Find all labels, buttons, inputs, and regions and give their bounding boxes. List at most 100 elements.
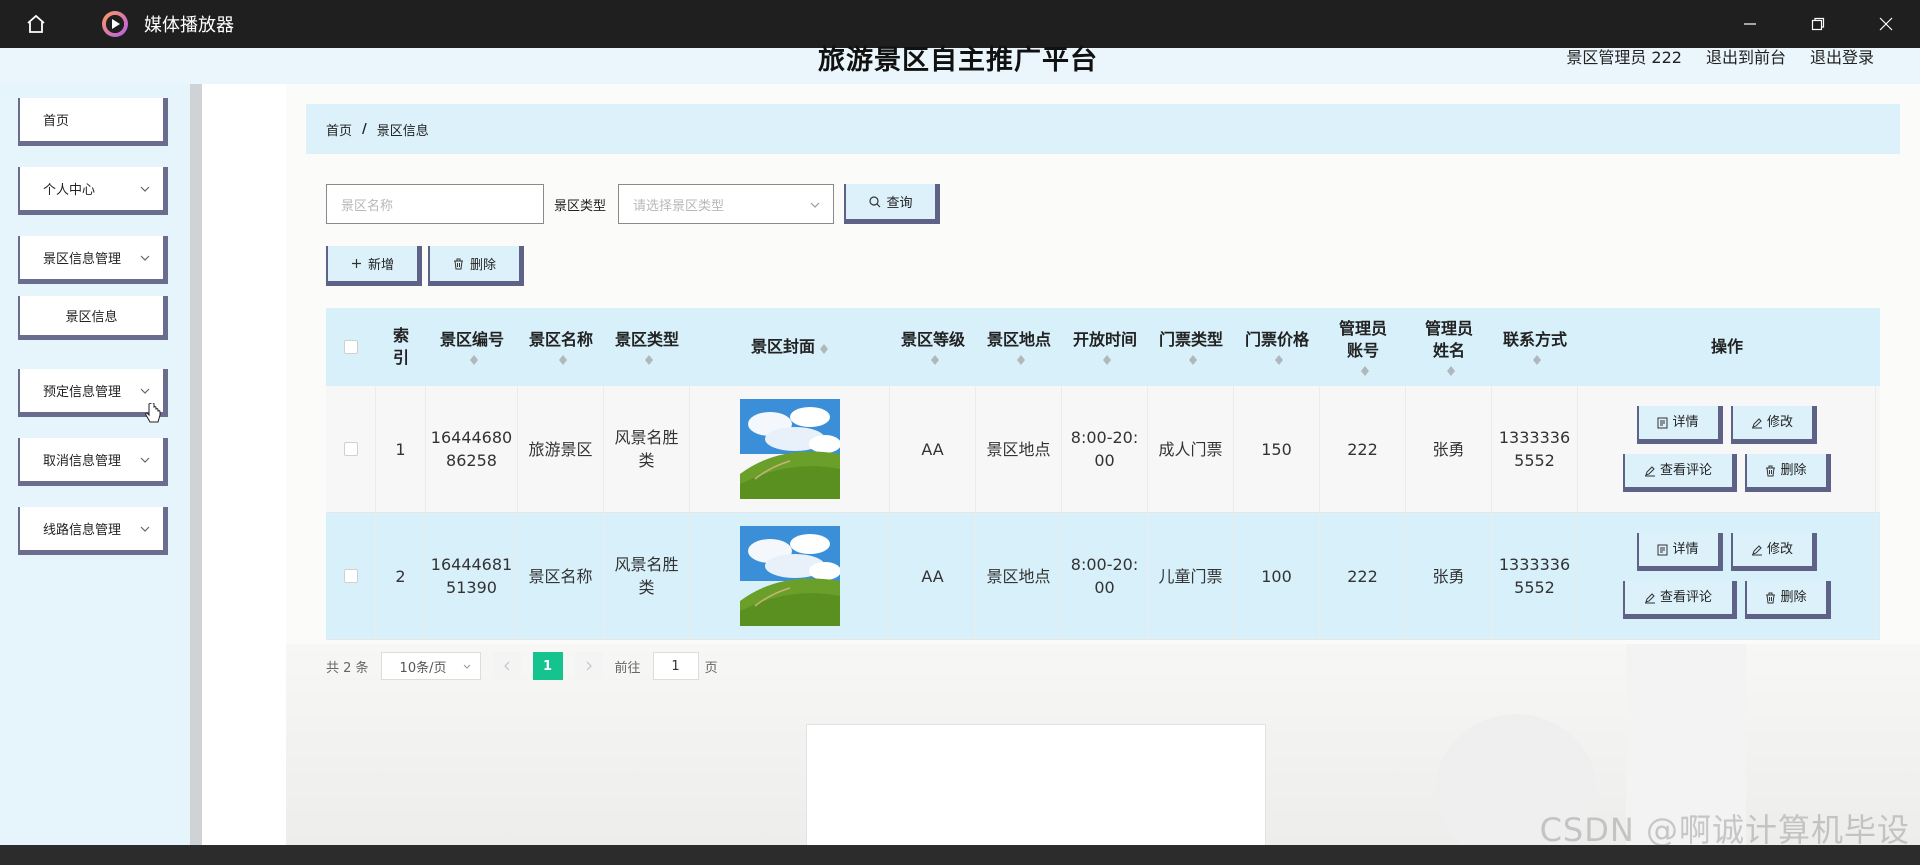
select-all-checkbox[interactable] — [344, 340, 358, 354]
col-open-time[interactable]: 开放时间 — [1062, 308, 1148, 386]
goto-page-input[interactable]: 1 — [652, 652, 699, 680]
chevron-down-icon — [140, 186, 150, 192]
scenic-type-select[interactable]: 请选择景区类型 — [618, 184, 835, 224]
home-icon[interactable] — [18, 6, 54, 42]
chevron-down-icon — [140, 457, 150, 463]
cell-admin-name: 张勇 — [1406, 513, 1492, 639]
page-size-select[interactable]: 10条/页 — [380, 652, 481, 680]
col-name[interactable]: 景区名称 — [518, 308, 604, 386]
chevron-down-icon — [810, 202, 820, 208]
table-row: 1 1644468086258 旅游景区 风景名胜类 AA 景区地点 8:00-… — [326, 386, 1880, 513]
chevron-down-icon — [140, 255, 150, 261]
sort-icon — [1532, 351, 1542, 365]
scenic-cover-image[interactable] — [739, 526, 840, 626]
row-delete-button[interactable]: 删除 — [1744, 581, 1831, 619]
detail-button[interactable]: 详情 — [1636, 533, 1723, 571]
cell-type: 风景名胜类 — [604, 386, 690, 512]
sidebar-item-label: 取消信息管理 — [43, 454, 122, 469]
trash-icon — [1766, 592, 1776, 603]
row-checkbox[interactable] — [343, 569, 358, 583]
cell-admin-account: 222 — [1320, 513, 1406, 639]
chevron-left-icon — [503, 661, 509, 671]
chevron-right-icon — [586, 661, 592, 671]
admin-user-label: 景区管理员 222 — [1566, 48, 1682, 67]
cell-no: 1644468086258 — [426, 386, 518, 512]
delete-button[interactable]: 删除 — [428, 246, 524, 286]
scenic-name-input[interactable]: 景区名称 — [326, 184, 544, 224]
site-title: 旅游景区自主推广平台 — [818, 45, 1098, 76]
page-number-current[interactable]: 1 — [532, 652, 563, 680]
app-title: 媒体播放器 — [144, 15, 234, 36]
add-button[interactable]: 新增 — [326, 246, 422, 286]
query-button[interactable]: 查询 — [844, 184, 941, 224]
exit-to-front-link[interactable]: 退出到前台 — [1706, 44, 1786, 68]
scenic-cover-image[interactable] — [739, 399, 840, 499]
breadcrumb-current: 景区信息 — [376, 123, 429, 139]
delete-button-label: 删除 — [469, 258, 496, 273]
view-comments-button[interactable]: 查看评论 — [1622, 454, 1737, 492]
logout-link[interactable]: 退出登录 — [1810, 44, 1874, 68]
top-links: 景区管理员 222 退出到前台 退出登录 — [1566, 44, 1874, 68]
edit-button[interactable]: 修改 — [1730, 533, 1817, 571]
col-admin-account[interactable]: 管理员账号 — [1320, 308, 1406, 386]
maximize-button[interactable] — [1784, 0, 1852, 48]
sidebar-item-label: 景区信息管理 — [43, 252, 122, 267]
row-checkbox[interactable] — [343, 442, 358, 456]
col-index: 索引 — [392, 326, 409, 367]
edit-icon — [1644, 592, 1655, 603]
detail-button[interactable]: 详情 — [1636, 406, 1723, 444]
next-page-button[interactable] — [574, 652, 603, 680]
trash-icon — [1766, 465, 1776, 476]
sidebar-divider — [190, 84, 202, 865]
document-icon — [1657, 544, 1668, 555]
row-delete-button[interactable]: 删除 — [1744, 454, 1831, 492]
col-admin-name[interactable]: 管理员姓名 — [1406, 308, 1492, 386]
hand-cursor-icon — [145, 403, 161, 423]
total-count: 共 2 条 — [326, 660, 369, 676]
media-player-icon — [102, 11, 128, 37]
cell-phone: 13333365552 — [1492, 386, 1578, 512]
sidebar-item-label: 预定信息管理 — [43, 385, 122, 400]
cell-cover — [690, 513, 890, 639]
cell-location: 景区地点 — [976, 386, 1062, 512]
row-delete-label: 删除 — [1780, 590, 1807, 605]
col-location[interactable]: 景区地点 — [976, 308, 1062, 386]
col-phone[interactable]: 联系方式 — [1492, 308, 1578, 386]
sidebar-item-route-management[interactable]: 线路信息管理 — [18, 507, 168, 555]
sidebar-item-scenic-info[interactable]: 景区信息 — [18, 296, 168, 340]
prev-page-button[interactable] — [492, 652, 521, 680]
cell-location: 景区地点 — [976, 513, 1062, 639]
cell-price: 100 — [1234, 513, 1320, 639]
col-no[interactable]: 景区编号 — [426, 308, 518, 386]
sidebar-item-home[interactable]: 首页 — [18, 98, 168, 146]
view-comments-button[interactable]: 查看评论 — [1622, 581, 1737, 619]
edit-button[interactable]: 修改 — [1730, 406, 1817, 444]
cell-ticket-type: 儿童门票 — [1148, 513, 1234, 639]
cell-level: AA — [890, 386, 976, 512]
edit-label: 修改 — [1766, 542, 1793, 557]
col-cover[interactable]: 景区封面 — [690, 308, 890, 386]
col-ticket-type[interactable]: 门票类型 — [1148, 308, 1234, 386]
plus-icon — [351, 259, 361, 268]
sort-icon — [469, 351, 479, 365]
breadcrumb-home[interactable]: 首页 — [326, 120, 352, 139]
cell-no: 1644468151390 — [426, 513, 518, 639]
close-button[interactable] — [1852, 0, 1920, 48]
sort-icon — [1188, 351, 1198, 365]
pagination: 共 2 条 10条/页 1 前往 1 页 — [326, 652, 718, 680]
sidebar-item-scenic-management[interactable]: 景区信息管理 — [18, 236, 168, 284]
cell-type: 风景名胜类 — [604, 513, 690, 639]
scenic-table: 索引 景区编号 景区名称 景区类型 景区封面 景区等级 景区地点 开放时间 门票… — [326, 308, 1880, 640]
col-price[interactable]: 门票价格 — [1234, 308, 1320, 386]
sidebar-item-cancel-management[interactable]: 取消信息管理 — [18, 438, 168, 486]
sort-icon — [1274, 351, 1284, 365]
sidebar-item-personal-center[interactable]: 个人中心 — [18, 167, 168, 215]
minimize-button[interactable] — [1716, 0, 1784, 48]
edit-icon — [1644, 465, 1655, 476]
col-type[interactable]: 景区类型 — [604, 308, 690, 386]
col-level[interactable]: 景区等级 — [890, 308, 976, 386]
row-delete-label: 删除 — [1780, 463, 1807, 478]
sidebar-item-label: 景区信息 — [65, 310, 118, 325]
col-ops: 操作 — [1710, 337, 1743, 356]
view-comments-label: 查看评论 — [1659, 590, 1712, 605]
